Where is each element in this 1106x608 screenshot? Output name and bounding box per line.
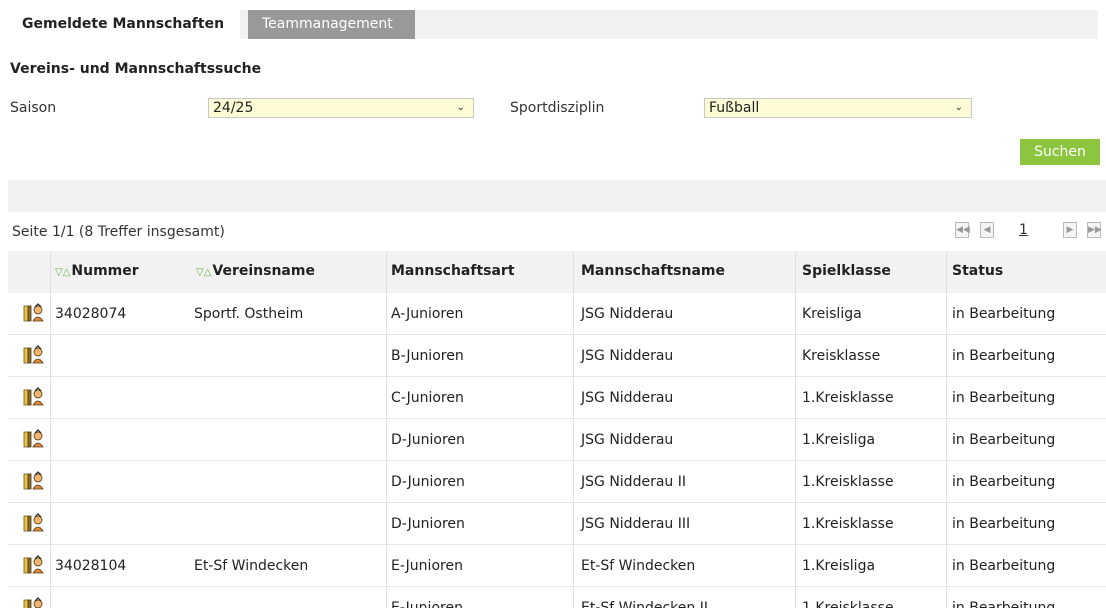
table-row	[8, 545, 1106, 587]
cell-status: in Bearbeitung	[952, 306, 1056, 322]
cell-vereinsname: Sportf. Ostheim	[194, 306, 304, 322]
first-page-icon[interactable]: ◀◀	[955, 222, 970, 238]
cell-mannschaftsart: D-Junioren	[391, 432, 465, 448]
saison-label: Saison	[10, 100, 57, 116]
sort-icon[interactable]: ▽△	[55, 267, 70, 278]
team-edit-icon[interactable]	[23, 303, 45, 323]
cell-mannschaftsart: A-Junioren	[391, 306, 464, 322]
cell-mannschaftsart: E-Junioren	[391, 600, 463, 608]
table-row	[8, 587, 1106, 608]
cell-nummer: 34028104	[55, 558, 127, 574]
column-header-nummer[interactable]: ▽△Nummer	[55, 263, 139, 279]
table-row	[8, 503, 1106, 545]
cell-mannschaftsname: JSG Nidderau	[581, 390, 674, 406]
cell-mannschaftsart: B-Junioren	[391, 348, 464, 364]
cell-spielklasse: Kreisliga	[802, 306, 862, 322]
cell-mannschaftsart: D-Junioren	[391, 474, 465, 490]
team-edit-icon[interactable]	[23, 555, 45, 575]
column-header-nummer-label: Nummer	[71, 263, 139, 279]
cell-status: in Bearbeitung	[952, 600, 1056, 608]
sort-icon[interactable]: ▽△	[196, 267, 211, 278]
cell-status: in Bearbeitung	[952, 432, 1056, 448]
cell-status: in Bearbeitung	[952, 474, 1056, 490]
team-edit-icon[interactable]	[23, 387, 45, 407]
cell-mannschaftsname: JSG Nidderau II	[581, 474, 686, 490]
cell-mannschaftsname: Et-Sf Windecken	[581, 558, 696, 574]
prev-page-icon[interactable]: ◀	[980, 222, 994, 238]
column-header-vereinsname-label: Vereinsname	[212, 263, 315, 279]
chevron-down-icon: ⌄	[954, 102, 963, 113]
cell-nummer: 34028074	[55, 306, 127, 322]
last-page-icon[interactable]: ▶▶	[1087, 222, 1102, 238]
tab-teammanagement[interactable]: Teammanagement	[248, 10, 415, 39]
cell-mannschaftsname: Et-Sf Windecken II	[581, 600, 708, 608]
team-edit-icon[interactable]	[23, 513, 45, 533]
team-edit-icon[interactable]	[23, 345, 45, 365]
cell-mannschaftsart: D-Junioren	[391, 516, 465, 532]
cell-vereinsname: Et-Sf Windecken	[194, 558, 309, 574]
cell-spielklasse: Kreisklasse	[802, 348, 881, 364]
cell-spielklasse: 1.Kreisliga	[802, 558, 876, 574]
saison-select[interactable]: 24/25 ⌄	[208, 98, 474, 118]
tab-gemeldete-mannschaften[interactable]: Gemeldete Mannschaften	[8, 10, 240, 39]
cell-status: in Bearbeitung	[952, 516, 1056, 532]
table-header	[8, 251, 1106, 293]
next-page-icon[interactable]: ▶	[1063, 222, 1077, 238]
column-header-vereinsname[interactable]: ▽△Vereinsname	[196, 263, 315, 279]
team-edit-icon[interactable]	[23, 429, 45, 449]
results-summary: Seite 1/1 (8 Treffer insgesamt)	[12, 224, 225, 240]
cell-mannschaftsname: JSG Nidderau	[581, 432, 674, 448]
cell-mannschaftsname: JSG Nidderau III	[581, 516, 691, 532]
cell-mannschaftsname: JSG Nidderau	[581, 348, 674, 364]
team-edit-icon[interactable]	[23, 471, 45, 491]
column-header-mannschaftsname: Mannschaftsname	[581, 263, 725, 279]
page-number[interactable]: 1	[1019, 222, 1028, 238]
cell-spielklasse: 1.Kreisklasse	[802, 600, 894, 608]
table-row	[8, 419, 1106, 461]
table-row	[8, 377, 1106, 419]
column-header-status: Status	[952, 263, 1004, 279]
cell-mannschaftsart: E-Junioren	[391, 558, 463, 574]
table-row	[8, 335, 1106, 377]
cell-mannschaftsart: C-Junioren	[391, 390, 464, 406]
saison-select-value: 24/25	[213, 100, 254, 116]
cell-mannschaftsname: JSG Nidderau	[581, 306, 674, 322]
table-row	[8, 461, 1106, 503]
cell-spielklasse: 1.Kreisklasse	[802, 516, 894, 532]
cell-status: in Bearbeitung	[952, 390, 1056, 406]
sportdisziplin-select-value: Fußball	[709, 100, 760, 116]
cell-status: in Bearbeitung	[952, 558, 1056, 574]
cell-status: in Bearbeitung	[952, 348, 1056, 364]
sportdisziplin-label: Sportdisziplin	[510, 100, 605, 116]
table-row	[8, 293, 1106, 335]
cell-spielklasse: 1.Kreisliga	[802, 432, 876, 448]
search-button[interactable]: Suchen	[1020, 139, 1100, 165]
column-header-mannschaftsart: Mannschaftsart	[391, 263, 515, 279]
cell-spielklasse: 1.Kreisklasse	[802, 390, 894, 406]
tab-bar: Gemeldete Mannschaften Teammanagement	[8, 10, 1098, 39]
team-edit-icon[interactable]	[23, 597, 45, 608]
sportdisziplin-select[interactable]: Fußball ⌄	[704, 98, 972, 118]
cell-spielklasse: 1.Kreisklasse	[802, 474, 894, 490]
chevron-down-icon: ⌄	[456, 102, 465, 113]
search-section-title: Vereins- und Mannschaftssuche	[10, 61, 262, 77]
column-header-spielklasse: Spielklasse	[802, 263, 891, 279]
divider-bar	[8, 180, 1106, 212]
